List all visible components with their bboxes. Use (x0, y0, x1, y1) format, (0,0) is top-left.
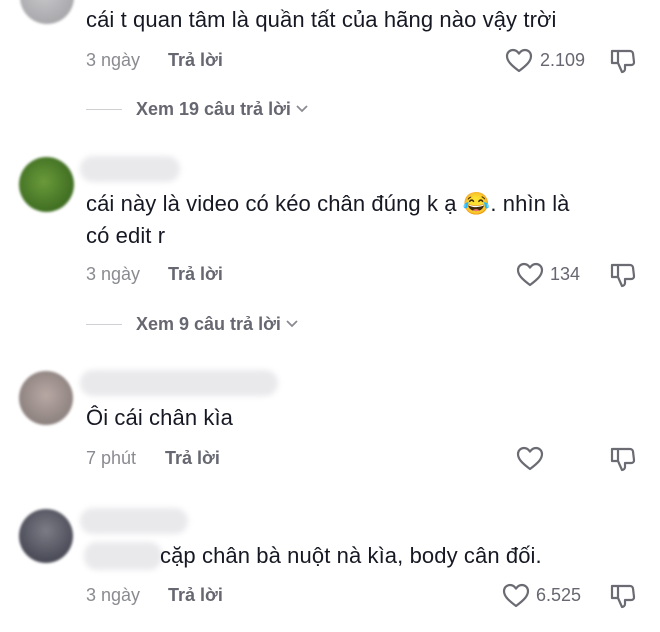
like-count: 6.525 (536, 585, 582, 605)
divider (86, 323, 122, 325)
mention-blur (84, 542, 162, 570)
username[interactable] (80, 370, 278, 396)
view-replies-label: Xem 9 câu trả lời (136, 313, 281, 334)
avatar[interactable] (20, 0, 74, 24)
thumbs-down-icon[interactable] (609, 261, 637, 289)
chevron-down-icon (286, 320, 298, 328)
reply-button[interactable]: Trả lời (165, 448, 220, 469)
comment-time: 7 phút (86, 448, 137, 468)
comment-time: 3 ngày (86, 50, 141, 70)
avatar[interactable] (19, 371, 73, 425)
thumbs-down-icon[interactable] (609, 582, 637, 610)
heart-icon[interactable] (505, 48, 533, 74)
avatar[interactable] (19, 509, 73, 563)
reply-button[interactable]: Trả lời (168, 50, 223, 71)
comment-text: cặp chân bà nuột nà kìa, body cân đối. (160, 543, 542, 568)
comment-time: 3 ngày (86, 264, 141, 284)
view-replies-button[interactable]: Xem 19 câu trả lời (86, 96, 309, 122)
reply-button[interactable]: Trả lời (168, 264, 223, 285)
reply-button[interactable]: Trả lời (168, 585, 223, 606)
comment-time: 3 ngày (86, 585, 141, 605)
heart-icon[interactable] (516, 446, 544, 472)
emoji: 😂 (462, 191, 491, 216)
thumbs-down-icon[interactable] (609, 445, 637, 473)
view-replies-label: Xem 19 câu trả lời (136, 98, 291, 119)
view-replies-button[interactable]: Xem 9 câu trả lời (86, 311, 299, 337)
comment-text: cái này là video có kéo chân đúng k ạ 😂.… (86, 188, 570, 220)
chevron-down-icon (296, 105, 308, 113)
like-count: 134 (550, 264, 581, 284)
divider (86, 108, 122, 110)
heart-icon[interactable] (516, 262, 544, 288)
comment-text-line2: có edit r (86, 223, 166, 248)
comment-text: cái t quan tâm là quần tất của hãng nào … (86, 7, 557, 32)
thumbs-down-icon[interactable] (609, 47, 637, 75)
avatar[interactable] (19, 157, 74, 212)
comment-text: Ôi cái chân kìa (86, 405, 234, 430)
heart-icon[interactable] (502, 583, 530, 609)
like-count: 2.109 (540, 50, 586, 70)
username[interactable] (80, 508, 188, 534)
comment-text-part: cái này là video có kéo chân đúng k ạ (86, 191, 457, 216)
username[interactable] (80, 156, 180, 182)
comment-text-part: . nhìn là (490, 191, 570, 216)
